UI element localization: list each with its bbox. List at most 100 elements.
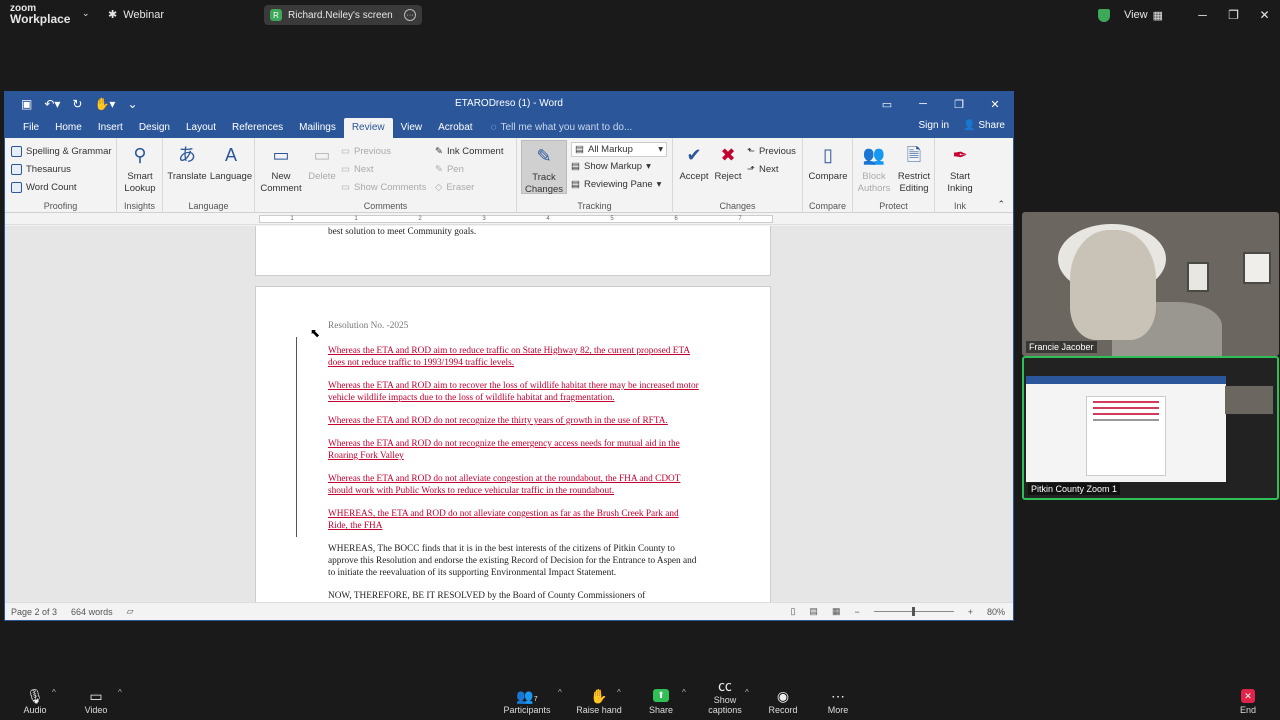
body-paragraph[interactable]: WHEREAS, The BOCC finds that it is in th…: [328, 543, 700, 579]
share-screen-button[interactable]: ⬆ Share: [646, 687, 676, 715]
page-2[interactable]: Resolution No. -2025 Whereas the ETA and…: [255, 286, 771, 608]
close-icon[interactable]: ✕: [1249, 8, 1280, 22]
start-inking-button[interactable]: ✒ Start Inking: [939, 142, 981, 195]
video-tile-francie[interactable]: Francie Jacober: [1022, 212, 1279, 356]
word-restore-icon[interactable]: ❐: [941, 98, 977, 111]
captions-caret-icon[interactable]: ^: [745, 688, 749, 697]
group-changes: ✔ Accept ✖ Reject ⬑ Previous ⬏ Next Change…: [673, 138, 803, 213]
chevron-down-icon[interactable]: ⌄: [82, 8, 90, 19]
zoom-in-icon[interactable]: +: [968, 607, 973, 617]
eraser-button[interactable]: ◇ Eraser: [435, 178, 503, 196]
thesaurus-button[interactable]: Thesaurus: [11, 160, 116, 178]
next-change-label: Next: [758, 163, 779, 175]
new-comment-button[interactable]: ▭ New Comment: [259, 142, 303, 195]
tab-review[interactable]: Review: [343, 118, 393, 138]
encryption-shield-icon[interactable]: [1097, 8, 1110, 22]
word-count-button[interactable]: Word Count: [11, 178, 116, 196]
translate-button[interactable]: あ Translate: [167, 142, 207, 183]
document-area[interactable]: best solution to meet Community goals. R…: [5, 226, 1013, 608]
participants-caret-icon[interactable]: ^: [558, 688, 562, 697]
view-button[interactable]: View ▦: [1124, 9, 1163, 22]
web-layout-icon[interactable]: ▦: [832, 606, 841, 617]
inserted-paragraph[interactable]: Whereas the ETA and ROD aim to reduce tr…: [328, 345, 700, 369]
word-count[interactable]: 664 words: [71, 607, 113, 617]
record-button[interactable]: ◉ Record: [766, 687, 800, 715]
previous-comment-button[interactable]: ▭ Previous: [341, 142, 426, 160]
participant-name: Francie Jacober: [1026, 341, 1097, 353]
accept-button[interactable]: ✔ Accept: [677, 142, 711, 183]
block-authors-button[interactable]: 👥 Block Authors: [855, 142, 893, 195]
body-paragraph[interactable]: NOW, THEREFORE, BE IT RESOLVED by the Bo…: [328, 590, 700, 602]
person-icon: 👤: [963, 120, 979, 131]
end-button[interactable]: ✕ End: [1234, 687, 1262, 715]
share-caret-icon[interactable]: ^: [682, 688, 686, 697]
proofing-status-icon[interactable]: ▱: [127, 606, 134, 617]
zoom-slider-knob[interactable]: [911, 607, 915, 616]
reject-button[interactable]: ✖ Reject: [711, 142, 745, 183]
restrict-editing-button[interactable]: 🗎 Restrict Editing: [895, 142, 933, 195]
more-button[interactable]: ⋯ More: [824, 687, 852, 715]
shared-screen-pill[interactable]: R Richard.Neiley's screen ···: [264, 5, 422, 25]
more-icon[interactable]: ···: [404, 9, 416, 21]
tab-design[interactable]: Design: [131, 118, 178, 138]
collapse-ribbon-icon[interactable]: ⌃: [997, 199, 1005, 210]
inserted-paragraph[interactable]: Whereas the ETA and ROD aim to recover t…: [328, 380, 700, 404]
eraser-icon: ◇: [435, 181, 443, 193]
read-mode-icon[interactable]: ▯: [790, 606, 795, 617]
video-options-caret-icon[interactable]: ^: [118, 688, 122, 697]
tab-file[interactable]: File: [15, 118, 47, 138]
ribbon-display-icon[interactable]: ▭: [869, 98, 905, 111]
zoom-slider[interactable]: [873, 607, 954, 616]
reviewing-pane-button[interactable]: ▤ Reviewing Pane ▾: [571, 175, 667, 193]
minimize-icon[interactable]: ─: [1187, 8, 1218, 22]
word-close-icon[interactable]: ✕: [977, 98, 1013, 111]
show-comments-button[interactable]: ▭ Show Comments: [341, 178, 426, 196]
tab-references[interactable]: References: [224, 118, 291, 138]
next-change-button[interactable]: ⬏ Next: [747, 160, 796, 178]
compare-button[interactable]: ▯ Compare: [807, 142, 849, 183]
inserted-paragraph[interactable]: WHEREAS, the ETA and ROD do not alleviat…: [328, 508, 700, 532]
inserted-paragraph[interactable]: Whereas the ETA and ROD do not recognize…: [328, 438, 700, 462]
reactions-caret-icon[interactable]: ^: [617, 688, 621, 697]
tab-insert[interactable]: Insert: [90, 118, 131, 138]
zoom-percent[interactable]: 80%: [987, 607, 1005, 617]
pen-button[interactable]: ✎ Pen: [435, 160, 503, 178]
previous-change-button[interactable]: ⬑ Previous: [747, 142, 796, 160]
page1-tail-text[interactable]: best solution to meet Community goals.: [328, 227, 476, 237]
video-tile-pitkin[interactable]: Pitkin County Zoom 1: [1022, 356, 1279, 500]
page-1[interactable]: best solution to meet Community goals.: [255, 226, 771, 276]
share-button[interactable]: 👤 Share: [963, 120, 1005, 131]
inserted-paragraph[interactable]: Whereas the ETA and ROD do not recognize…: [328, 415, 700, 427]
audio-options-caret-icon[interactable]: ^: [52, 688, 56, 697]
track-changes-button[interactable]: ✎ Track Changes: [521, 140, 567, 195]
resolution-number[interactable]: Resolution No. -2025: [328, 321, 700, 331]
tab-acrobat[interactable]: Acrobat: [430, 118, 480, 138]
language-button[interactable]: A Language: [209, 142, 253, 183]
thumb-titlebar: [1026, 376, 1226, 384]
tab-layout[interactable]: Layout: [178, 118, 224, 138]
tab-home[interactable]: Home: [47, 118, 90, 138]
show-markup-button[interactable]: ▤ Show Markup ▾: [571, 157, 667, 175]
all-markup-select[interactable]: ▤ All Markup ▾: [571, 142, 667, 157]
inserted-paragraph[interactable]: Whereas the ETA and ROD do not alleviate…: [328, 473, 700, 497]
sign-in-link[interactable]: Sign in: [919, 120, 950, 131]
spelling-grammar-button[interactable]: Spelling & Grammar: [11, 142, 116, 160]
tab-view[interactable]: View: [393, 118, 431, 138]
ruler-tick: 6: [674, 216, 678, 222]
word-minimize-icon[interactable]: ─: [905, 98, 941, 110]
tab-mailings[interactable]: Mailings: [291, 118, 344, 138]
ink-comment-button[interactable]: ✎ Ink Comment: [435, 142, 503, 160]
next-comment-button[interactable]: ▭ Next: [341, 160, 426, 178]
video-button[interactable]: ▭ Video: [80, 687, 112, 715]
webinar-label: Webinar: [123, 8, 164, 21]
audio-button[interactable]: 🎙 Audio: [20, 687, 50, 715]
page-count[interactable]: Page 2 of 3: [11, 607, 57, 617]
delete-comment-button[interactable]: ▭ Delete: [305, 142, 339, 183]
zoom-out-icon[interactable]: −: [854, 607, 859, 617]
tell-me-box[interactable]: ◌ Tell me what you want to do...: [481, 118, 643, 138]
restore-icon[interactable]: ❐: [1218, 8, 1249, 22]
participants-button[interactable]: 👥7 Participants: [500, 687, 554, 715]
print-layout-icon[interactable]: ▤: [809, 606, 818, 617]
show-markup-label: Show Markup: [583, 160, 643, 172]
smart-lookup-button[interactable]: ⚲ Smart Lookup: [123, 142, 157, 195]
